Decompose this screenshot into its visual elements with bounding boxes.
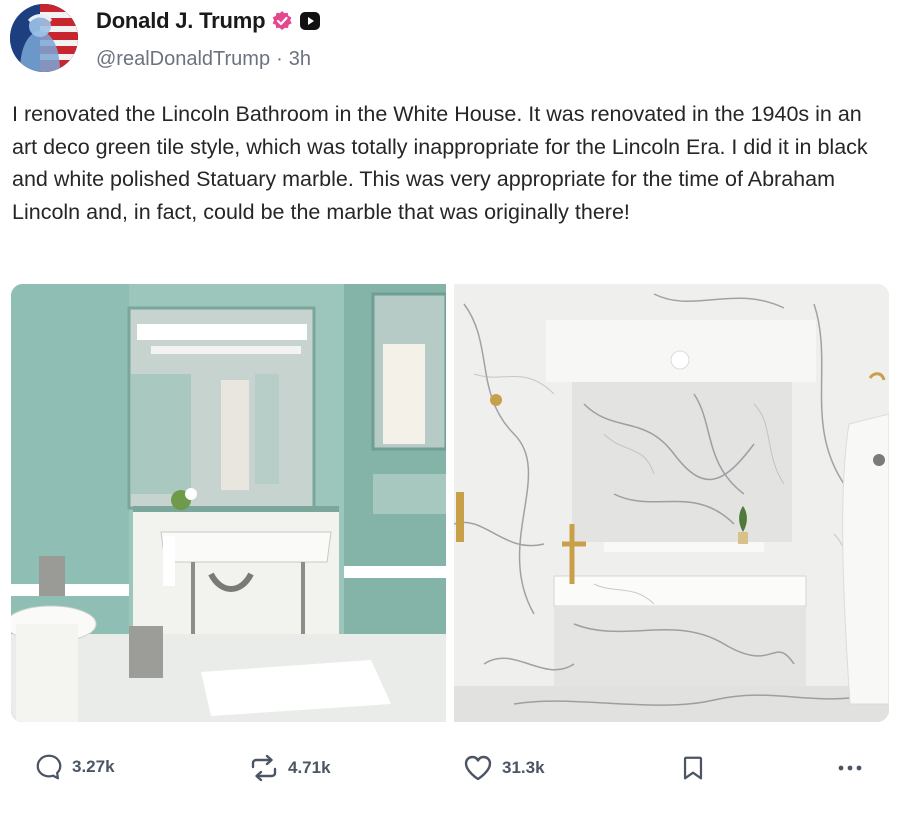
more-button[interactable] xyxy=(834,752,866,784)
verified-badge-icon xyxy=(271,10,293,32)
author-name[interactable]: Donald J. Trump xyxy=(96,8,266,34)
repost-icon xyxy=(248,752,280,784)
image-green-bathroom[interactable] xyxy=(11,284,446,722)
reply-icon xyxy=(34,752,64,782)
separator: · xyxy=(276,48,283,70)
author-handle[interactable]: @realDonaldTrump xyxy=(96,48,270,71)
like-button[interactable]: 31.3k xyxy=(462,752,545,784)
bookmark-button[interactable] xyxy=(678,752,708,784)
reply-button[interactable]: 3.27k xyxy=(34,752,115,782)
action-bar: 3.27k 4.71k 31.3k xyxy=(0,752,900,796)
handle-row: @realDonaldTrump · 3h xyxy=(96,48,311,71)
repost-button[interactable]: 4.71k xyxy=(248,752,331,784)
bookmark-icon xyxy=(678,752,708,784)
reply-count: 3.27k xyxy=(72,757,115,776)
author-row: Donald J. Trump xyxy=(96,8,321,34)
post-time[interactable]: 3h xyxy=(289,48,311,71)
media-gallery xyxy=(11,284,889,722)
heart-icon xyxy=(462,752,494,784)
avatar[interactable] xyxy=(10,4,78,72)
media-badge-icon xyxy=(299,10,321,32)
image-marble-bathroom[interactable] xyxy=(454,284,889,722)
more-icon xyxy=(834,752,866,784)
repost-count: 4.71k xyxy=(288,758,331,777)
like-count: 31.3k xyxy=(502,758,545,777)
post-header: Donald J. Trump @realDonaldTrump · 3h xyxy=(10,4,890,74)
post-text: I renovated the Lincoln Bathroom in the … xyxy=(12,102,868,224)
